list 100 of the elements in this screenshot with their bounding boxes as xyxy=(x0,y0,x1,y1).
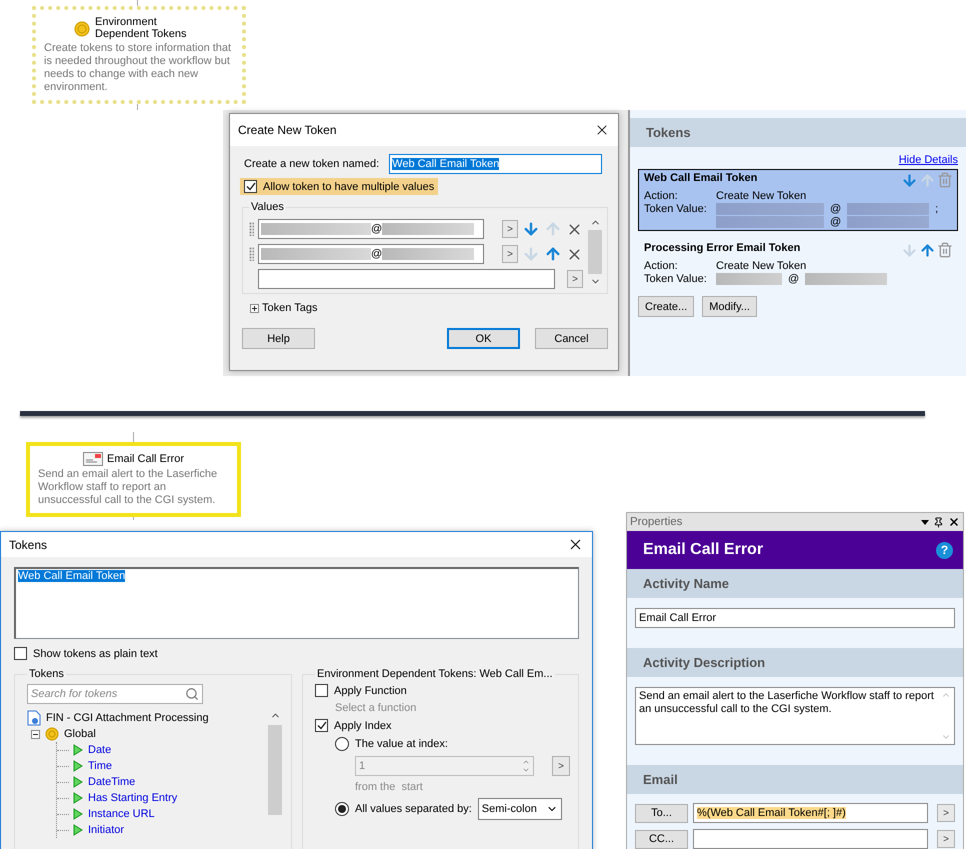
search-field[interactable]: Search for tokens xyxy=(27,684,203,704)
activity-name-field[interactable]: Email Call Error xyxy=(635,608,955,628)
checkbox[interactable] xyxy=(14,647,27,660)
tree-item[interactable]: Has Starting Entry xyxy=(88,792,178,804)
address-button[interactable]: CC... xyxy=(635,830,688,848)
section-header: Email xyxy=(627,765,963,794)
group-label: Environment Dependent Tokens: Web Call Em... xyxy=(316,668,554,680)
tree-item[interactable]: Time xyxy=(88,760,112,772)
down-arrow-icon[interactable] xyxy=(522,220,540,238)
document-icon xyxy=(27,710,41,726)
checkbox[interactable] xyxy=(315,719,328,732)
field-label: Token Value: xyxy=(644,203,708,217)
token-name: Web Call Email Token xyxy=(644,172,758,186)
checkbox[interactable] xyxy=(315,684,328,697)
trash-icon[interactable] xyxy=(937,242,953,258)
group-label: Values xyxy=(250,201,285,213)
insert-token-button[interactable]: > xyxy=(937,830,955,848)
value-field[interactable]: @ xyxy=(258,219,484,239)
checkbox-label: Apply Function xyxy=(334,684,407,696)
email-at: @ xyxy=(371,223,382,235)
pin-icon[interactable] xyxy=(933,516,944,528)
radio-button[interactable] xyxy=(335,737,349,751)
help-button[interactable]: ? xyxy=(936,542,953,558)
email-at: @ xyxy=(371,248,382,260)
insert-token-button[interactable]: > xyxy=(502,220,518,238)
tree-item[interactable]: Global xyxy=(64,728,96,740)
activity-title: Environment Dependent Tokens xyxy=(95,16,188,40)
panel-button[interactable]: Create... xyxy=(638,296,694,317)
dialog-button[interactable]: Cancel xyxy=(535,328,608,349)
section-header: Tokens xyxy=(630,118,966,147)
field-label: Action: xyxy=(644,260,679,272)
activity-title: Email Call Error xyxy=(106,453,184,465)
section-header: Activity Description xyxy=(627,648,963,677)
play-icon xyxy=(73,744,83,756)
collapse-icon[interactable] xyxy=(31,730,40,738)
activity-description: Send an email alert to the Laserfiche Workflow staff to report an unsuccessful call to the CGI system. xyxy=(38,468,218,507)
address-button[interactable]: To... xyxy=(635,804,688,822)
search-icon[interactable] xyxy=(185,687,199,701)
workflow-activity[interactable]: Environment Dependent Tokens Create tokens to store information that is needed throughout the workflow but needs to change with each new environment. xyxy=(32,6,246,104)
hint-text: Select a function xyxy=(335,702,418,714)
token-item[interactable]: Processing Error Email Token Action: Create New Token Token Value: @ xyxy=(638,239,958,288)
coin-icon xyxy=(73,19,91,37)
radio-label: The value at index: xyxy=(355,738,448,750)
field-label: Create a new token named: xyxy=(244,158,380,170)
tree-item[interactable]: Date xyxy=(88,744,112,756)
dialog-title: Tokens xyxy=(9,538,48,552)
insert-token-button[interactable]: > xyxy=(937,804,955,822)
expand-icon[interactable] xyxy=(250,304,259,312)
email-at: @ xyxy=(830,203,842,215)
section-label[interactable]: Token Tags xyxy=(262,302,318,314)
insert-token-button[interactable]: > xyxy=(552,756,570,776)
token-name: Processing Error Email Token xyxy=(644,242,802,256)
pane-title: Properties xyxy=(630,516,682,528)
tree-item[interactable]: Initiator xyxy=(88,824,124,836)
play-icon xyxy=(73,792,83,804)
field-label: Token Value: xyxy=(644,273,708,285)
email-icon xyxy=(82,452,103,466)
group-label: Tokens xyxy=(28,668,65,680)
workflow-activity[interactable]: Email Call Error Send an email alert to the Laserfiche Workflow staff to report an unsuccessful call to the CGI system. xyxy=(26,442,241,517)
new-value-field[interactable] xyxy=(258,269,555,289)
email-at: @ xyxy=(830,216,842,228)
address-field[interactable] xyxy=(693,829,928,849)
insert-token-button[interactable]: > xyxy=(502,245,518,263)
close-icon[interactable] xyxy=(948,516,960,528)
play-icon xyxy=(73,776,83,788)
insert-token-button[interactable]: > xyxy=(567,270,583,288)
play-icon xyxy=(73,824,83,836)
dialog-button[interactable]: OK xyxy=(447,328,520,349)
activity-description: Create tokens to store information that is needed throughout the workflow but needs to change with each new environment. xyxy=(44,42,232,94)
tree-item[interactable]: Instance URL xyxy=(88,808,155,820)
separator-dropdown[interactable]: Semi-colon xyxy=(478,798,562,820)
activity-title: Email Call Error xyxy=(643,541,764,559)
dialog-title: Create New Token xyxy=(238,123,336,137)
email-at: @ xyxy=(788,273,800,285)
hint-text: from the start xyxy=(355,781,424,793)
dropdown-icon[interactable] xyxy=(921,520,929,524)
help-button[interactable]: Help xyxy=(242,328,315,349)
token-expression-field[interactable]: Web Call Email Token xyxy=(14,567,579,639)
value-separator: ; xyxy=(935,203,938,215)
section-header: Activity Name xyxy=(627,569,963,598)
address-field[interactable]: %(Web Call Email Token#[; ]#) xyxy=(693,803,928,823)
field-label: Action: xyxy=(644,190,679,202)
tree-item[interactable]: FIN - CGI Attachment Processing xyxy=(46,712,209,724)
coin-icon xyxy=(45,727,59,741)
play-icon xyxy=(73,808,83,820)
token-action: Create New Token xyxy=(716,190,808,202)
checkbox-label: Show tokens as plain text xyxy=(33,648,158,660)
redaction-bar xyxy=(716,273,782,285)
hide-details-link[interactable]: Hide Details xyxy=(898,154,958,166)
checkbox-label: Allow token to have multiple values xyxy=(263,180,434,192)
panel-button[interactable]: Modify... xyxy=(702,296,757,317)
tree-item[interactable]: DateTime xyxy=(88,776,136,788)
value-field[interactable]: @ xyxy=(258,244,484,264)
token-action: Create New Token xyxy=(716,260,808,272)
checkbox-label: Apply Index xyxy=(334,720,392,732)
checkbox[interactable] xyxy=(244,180,257,193)
radio-button[interactable] xyxy=(335,802,349,816)
drag-handle-icon[interactable] xyxy=(249,222,254,236)
token-name-field[interactable]: Web Call Email Token xyxy=(389,154,602,174)
drag-handle-icon[interactable] xyxy=(249,247,254,261)
